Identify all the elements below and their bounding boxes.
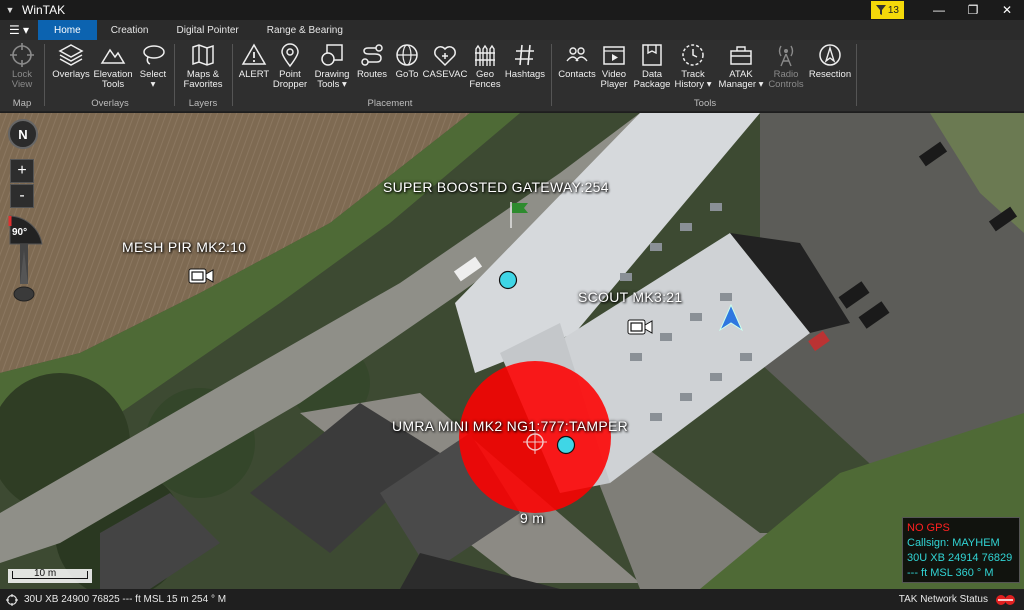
casevac-button[interactable]: CASEVAC	[423, 42, 467, 80]
self-info-panel: NO GPS Callsign: MAYHEM 30U XB 24914 768…	[902, 517, 1020, 583]
ribbon-separator	[44, 44, 45, 106]
heading-readout: 90°	[12, 227, 28, 238]
filter-icon	[875, 5, 886, 15]
group-label-layers: Layers	[188, 98, 218, 109]
resection-button[interactable]: Resection	[808, 42, 852, 80]
range-ring-radius: 9 m	[520, 510, 545, 526]
tak-network-status[interactable]: TAK Network Status	[899, 594, 988, 605]
fence-icon	[475, 44, 495, 66]
group-label-map: Map	[12, 98, 32, 109]
ribbon-separator	[174, 44, 175, 106]
sensor-marker-umra[interactable]	[556, 435, 576, 455]
altitude-heading: --- ft MSL 360 ° M	[907, 567, 994, 579]
map-label-mesh-pir: MESH PIR MK2:10	[122, 239, 247, 255]
tab-digital-pointer[interactable]: Digital Pointer	[163, 20, 253, 40]
window-title: WinTAK	[22, 3, 66, 17]
title-bar: ▼ WinTAK 13 — ❐ ✕	[0, 0, 1024, 20]
tab-creation[interactable]: Creation	[97, 20, 163, 40]
wintak-window: ▼ WinTAK 13 — ❐ ✕ ☰ ▾ Home Creation Digi…	[0, 0, 1024, 610]
restore-button[interactable]: ❐	[956, 0, 990, 20]
crosshair-icon	[10, 43, 34, 67]
point-dropper-button[interactable]: Point Dropper	[271, 42, 309, 90]
camera-icon[interactable]	[187, 266, 215, 286]
hashtags-button[interactable]: Hashtags	[504, 42, 546, 80]
maps-favorites-button[interactable]: Maps & Favorites	[180, 42, 226, 90]
route-icon	[361, 44, 383, 66]
lock-view-button[interactable]: Lock View	[6, 42, 38, 90]
data-package-button[interactable]: Data Package	[633, 42, 671, 90]
routes-button[interactable]: Routes	[355, 42, 389, 80]
map-icon	[192, 44, 214, 66]
scale-bar: 10 m	[8, 568, 92, 583]
filter-badge[interactable]: 13	[870, 1, 904, 19]
group-label-placement: Placement	[367, 98, 413, 109]
package-icon	[642, 44, 662, 66]
compass-north-label: N	[18, 126, 28, 142]
drawing-icon	[321, 44, 343, 66]
goto-button[interactable]: GoTo	[391, 42, 423, 80]
video-player-button[interactable]: Video Player	[599, 42, 629, 90]
tab-range-bearing[interactable]: Range & Bearing	[253, 20, 357, 40]
track-history-button[interactable]: Track History ▾	[673, 42, 713, 90]
select-button[interactable]: Select ▾	[136, 42, 170, 90]
ribbon-separator	[551, 44, 552, 106]
grid-coordinates: 30U XB 24914 76829	[907, 552, 1013, 564]
globe-icon	[396, 44, 418, 66]
layers-icon	[58, 44, 84, 66]
toolbox-icon	[730, 46, 752, 65]
app-menu-icon[interactable]: ▼	[2, 5, 18, 15]
atak-manager-button[interactable]: ATAK Manager ▾	[717, 42, 765, 90]
crosshair-icon	[6, 593, 18, 606]
zoom-out-button[interactable]: -	[10, 184, 34, 208]
radio-controls-button[interactable]: Radio Controls	[767, 42, 805, 90]
minimize-button[interactable]: —	[922, 0, 956, 20]
map-label-scout: SCOUT MK3:21	[578, 289, 683, 305]
compass-button[interactable]: N	[8, 119, 38, 149]
flag-icon[interactable]	[508, 200, 532, 230]
track-history-icon	[682, 44, 704, 66]
ribbon: Lock View Map Overlays Elevation Tools S…	[0, 40, 1024, 112]
alert-button[interactable]: ALERT	[238, 42, 270, 80]
ribbon-separator	[856, 44, 857, 106]
cursor-coordinates: 30U XB 24900 76825 --- ft MSL 15 m 254 °…	[24, 594, 227, 605]
tab-home[interactable]: Home	[38, 20, 97, 40]
hamburger-icon[interactable]: ☰ ▾	[0, 20, 38, 40]
ribbon-separator	[232, 44, 233, 106]
callsign: Callsign: MAYHEM	[907, 537, 1000, 549]
contacts-icon	[566, 47, 588, 62]
drawing-tools-button[interactable]: Drawing Tools ▾	[311, 42, 353, 90]
network-status-icon[interactable]	[994, 593, 1016, 607]
close-button[interactable]: ✕	[990, 0, 1024, 20]
resection-icon	[819, 44, 841, 66]
zoom-in-button[interactable]: +	[10, 159, 34, 183]
elevation-tools-button[interactable]: Elevation Tools	[92, 42, 134, 90]
scale-label: 10 m	[34, 568, 57, 579]
group-label-overlays: Overlays	[91, 98, 129, 109]
self-position-arrow-icon[interactable]	[718, 303, 744, 333]
sensor-marker-gateway[interactable]	[498, 270, 518, 290]
geo-fences-button[interactable]: Geo Fences	[467, 42, 503, 90]
radio-tower-icon	[778, 45, 794, 67]
medical-heart-icon	[434, 46, 456, 67]
contacts-button[interactable]: Contacts	[556, 42, 598, 80]
lasso-icon	[143, 45, 165, 65]
chevron-down-icon: ▾	[150, 79, 156, 90]
overlays-button[interactable]: Overlays	[52, 42, 90, 80]
map-label-umra: UMRA MINI MK2 NG1:777:TAMPER	[392, 418, 629, 434]
mountain-icon	[100, 48, 126, 64]
hashtag-icon	[515, 44, 534, 66]
ribbon-tabs: ☰ ▾ Home Creation Digital Pointer Range …	[0, 20, 1024, 40]
group-label-tools: Tools	[693, 98, 717, 109]
filter-count: 13	[887, 4, 899, 16]
map-label-gateway: SUPER BOOSTED GATEWAY:254	[383, 179, 609, 195]
video-icon	[603, 46, 625, 65]
map-view[interactable]: SUPER BOOSTED GATEWAY:254 MESH PIR MK2:1…	[0, 113, 1024, 589]
map-pin-icon	[281, 43, 299, 68]
warning-icon	[241, 43, 267, 65]
gps-status: NO GPS	[907, 522, 950, 534]
camera-icon[interactable]	[626, 317, 654, 337]
status-bar: 30U XB 24900 76825 --- ft MSL 15 m 254 °…	[0, 589, 1024, 610]
